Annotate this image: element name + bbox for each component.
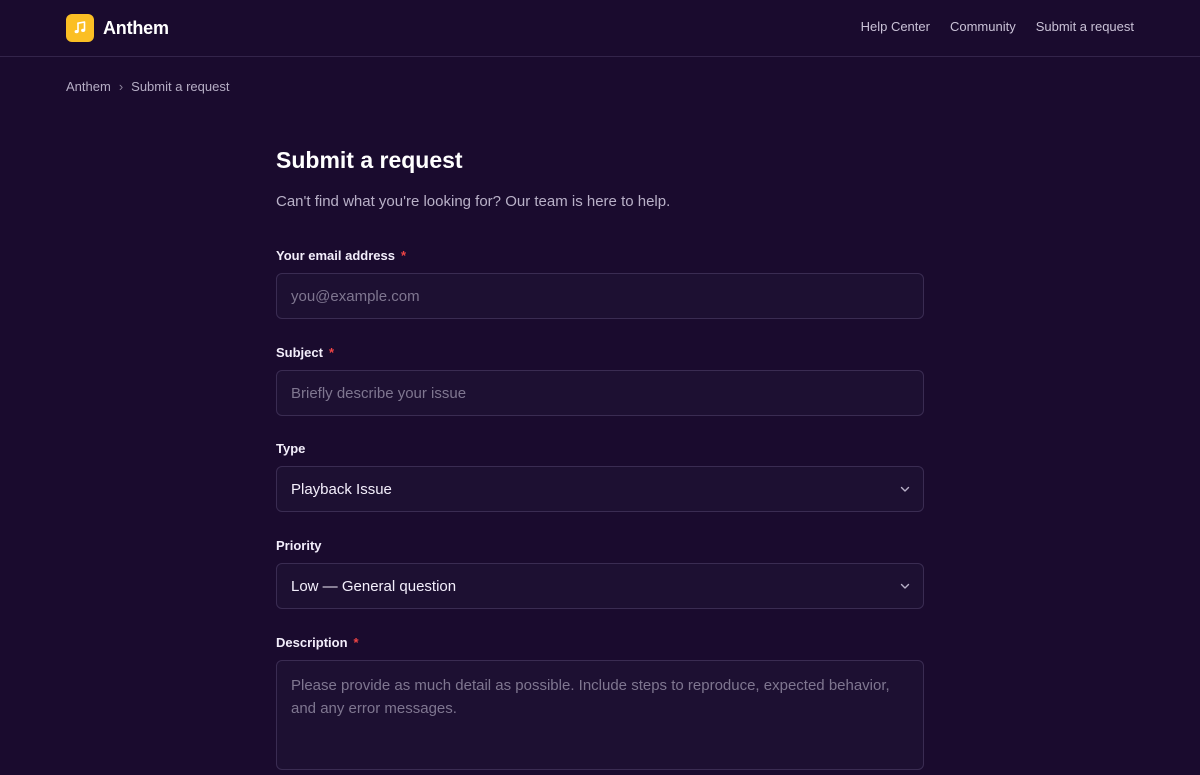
email-input[interactable] [276,273,924,319]
priority-select-value[interactable]: Low — General question [276,563,924,609]
subject-field-group: Subject * [276,344,924,416]
page-title: Submit a request [276,147,463,173]
nav-community-link[interactable]: Community [950,19,1016,34]
priority-label-text: Priority [276,538,322,553]
description-textarea[interactable] [276,660,924,770]
subject-input[interactable] [276,370,924,416]
priority-label: Priority [276,537,924,555]
nav-submit-request-link[interactable]: Submit a request [1036,19,1134,34]
chevron-down-icon [900,583,910,589]
subject-label-text: Subject [276,345,323,360]
priority-select[interactable]: Low — General question [276,563,924,609]
description-field-group: Description * [276,634,924,775]
type-select-value[interactable]: Playback Issue [276,466,924,512]
description-label-text: Description [276,635,348,650]
brand-name: Anthem [103,17,169,38]
breadcrumb-current: Submit a request [131,79,230,94]
required-marker: * [353,635,359,650]
chevron-down-icon [900,486,910,492]
breadcrumb: Anthem › Submit a request [66,79,229,94]
breadcrumb-home-link[interactable]: Anthem [66,79,111,94]
top-bar: Anthem Help Center Community Submit a re… [0,0,1200,57]
page-subtitle: Can't find what you're looking for? Our … [276,193,671,210]
email-label: Your email address * [276,247,924,265]
type-label: Type [276,440,924,458]
description-label: Description * [276,634,924,652]
brand-logo[interactable]: Anthem [66,14,169,42]
required-marker: * [328,345,335,360]
nav-help-center-link[interactable]: Help Center [861,19,930,34]
top-nav: Help Center Community Submit a request [861,19,1134,34]
type-field-group: Type Playback Issue [276,440,924,512]
subject-label: Subject * [276,344,924,362]
email-label-text: Your email address [276,248,395,263]
required-marker: * [400,248,407,263]
breadcrumb-separator: › [118,79,124,94]
email-field-group: Your email address * [276,247,924,319]
type-label-text: Type [276,441,306,456]
music-note-glyph [74,21,86,34]
request-form-section: Submit a request Can't find what you're … [276,145,924,770]
priority-field-group: Priority Low — General question [276,537,924,609]
type-select[interactable]: Playback Issue [276,466,924,512]
music-note-icon [66,14,94,42]
